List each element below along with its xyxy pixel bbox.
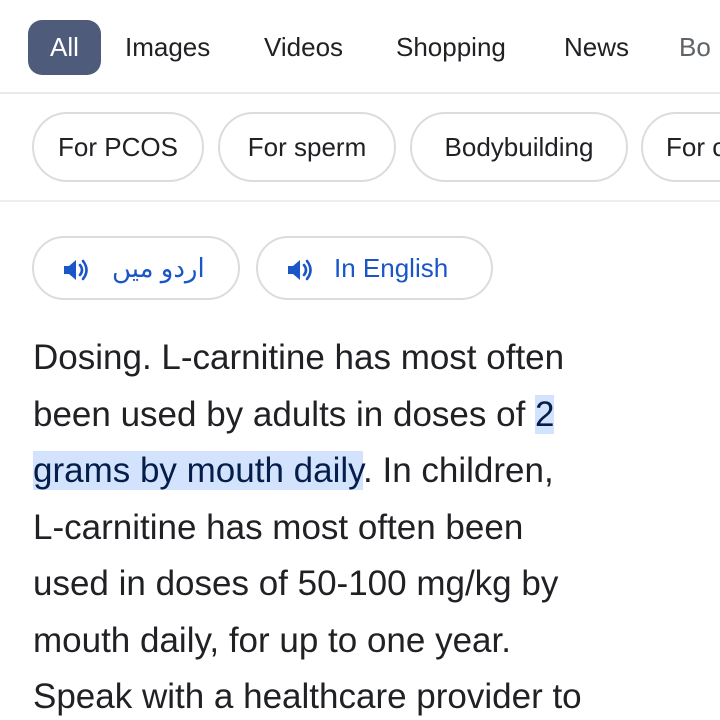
- snippet-line: used in doses of 50-100 mg/kg by: [33, 564, 559, 603]
- chip-for-pcos[interactable]: For PCOS: [32, 112, 204, 182]
- speaker-icon: [64, 259, 88, 281]
- tab-all[interactable]: All: [28, 20, 101, 75]
- listen-urdu-button[interactable]: اردو میں: [32, 236, 240, 300]
- snippet-text: been used by adults in doses of: [33, 394, 536, 434]
- featured-snippet-text: Dosing. L-carnitine has most often been …: [33, 330, 693, 720]
- urdu-label: اردو میں: [112, 253, 205, 283]
- tab-news[interactable]: News: [564, 20, 629, 75]
- snippet-line: grams by mouth daily. In children,: [33, 443, 693, 500]
- speaker-icon: [288, 259, 312, 281]
- tab-shopping[interactable]: Shopping: [396, 20, 506, 75]
- snippet-line: mouth daily, for up to one year.: [33, 620, 511, 660]
- tab-videos[interactable]: Videos: [264, 20, 343, 75]
- tab-images[interactable]: Images: [125, 20, 210, 75]
- snippet-line: Dosing. L-carnitine has most often: [33, 338, 565, 377]
- english-label: In English: [334, 253, 449, 283]
- search-tabs: All Images Videos Shopping News Bo: [0, 0, 720, 94]
- snippet-line: been used by adults in doses of 2: [33, 387, 693, 444]
- snippet-line: Speak with a healthcare provider to: [33, 677, 582, 716]
- snippet-highlight: 2: [535, 394, 555, 434]
- refinement-chips: For PCOS For sperm Bodybuilding For c: [0, 96, 720, 202]
- chip-bodybuilding[interactable]: Bodybuilding: [410, 112, 628, 182]
- chip-for-sperm[interactable]: For sperm: [218, 112, 396, 182]
- snippet-highlight: grams by mouth daily: [33, 451, 364, 490]
- listen-english-button[interactable]: In English: [256, 236, 493, 300]
- tab-books[interactable]: Bo: [679, 20, 711, 75]
- search-results-page: All Images Videos Shopping News Bo For P…: [0, 0, 720, 720]
- snippet-line: L-carnitine has most often been: [33, 507, 524, 547]
- snippet-text: . In children,: [363, 451, 554, 490]
- chip-for-c[interactable]: For c: [641, 112, 720, 182]
